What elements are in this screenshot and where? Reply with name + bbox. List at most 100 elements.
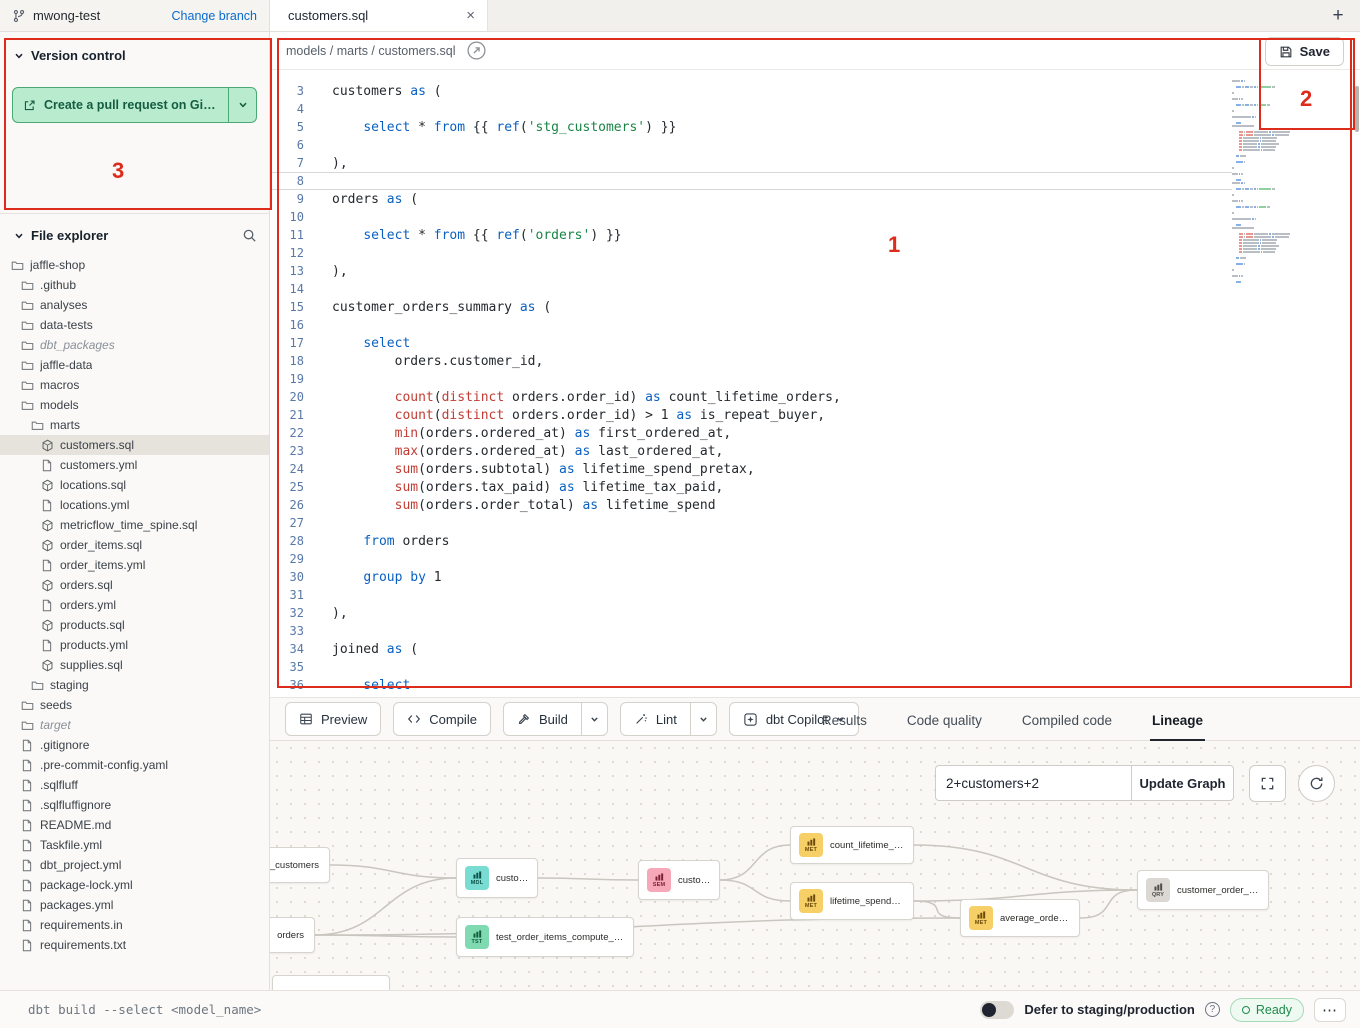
- editor-scrollbar[interactable]: [1355, 86, 1359, 132]
- lineage-selector-input[interactable]: [935, 765, 1131, 801]
- tree-item-jaffle-shop[interactable]: jaffle-shop: [0, 255, 269, 275]
- code-line[interactable]: 31: [270, 586, 1360, 604]
- tree-item-customers-sql[interactable]: customers.sql: [0, 435, 269, 455]
- more-options-button[interactable]: ⋯: [1314, 998, 1346, 1022]
- create-pr-button[interactable]: Create a pull request on Git…: [13, 88, 228, 122]
- tree-item-target[interactable]: target: [0, 715, 269, 735]
- new-tab-button[interactable]: +: [1316, 0, 1360, 31]
- tree-item--github[interactable]: .github: [0, 275, 269, 295]
- close-icon[interactable]: ×: [466, 8, 475, 23]
- defer-toggle[interactable]: [980, 1001, 1014, 1019]
- code-line[interactable]: 16: [270, 316, 1360, 334]
- lineage-node-count-lifetime-orders[interactable]: METcount_lifetime_orders: [790, 826, 914, 864]
- code-line[interactable]: 21 count(distinct orders.order_id) > 1 a…: [270, 406, 1360, 424]
- code-line[interactable]: 20 count(distinct orders.order_id) as co…: [270, 388, 1360, 406]
- code-line[interactable]: 15customer_orders_summary as (: [270, 298, 1360, 316]
- lineage-node-lifetime-spend-pretax[interactable]: METlifetime_spend_pretax: [790, 882, 914, 920]
- tree-item-data-tests[interactable]: data-tests: [0, 315, 269, 335]
- code-line[interactable]: 25 sum(orders.tax_paid) as lifetime_tax_…: [270, 478, 1360, 496]
- lineage-node[interactable]: [272, 975, 390, 990]
- tab-lineage[interactable]: Lineage: [1150, 702, 1205, 741]
- code-line[interactable]: 10: [270, 208, 1360, 226]
- lint-dropdown-button[interactable]: [690, 703, 716, 735]
- code-line[interactable]: 12: [270, 244, 1360, 262]
- tree-item-packages-yml[interactable]: packages.yml: [0, 895, 269, 915]
- tree-item-orders-yml[interactable]: orders.yml: [0, 595, 269, 615]
- code-line[interactable]: 32),: [270, 604, 1360, 622]
- code-line[interactable]: 26 sum(orders.order_total) as lifetime_s…: [270, 496, 1360, 514]
- tree-item-analyses[interactable]: analyses: [0, 295, 269, 315]
- tree-item-requirements-in[interactable]: requirements.in: [0, 915, 269, 935]
- tree-item-customers-yml[interactable]: customers.yml: [0, 455, 269, 475]
- tree-item-supplies-sql[interactable]: supplies.sql: [0, 655, 269, 675]
- help-icon[interactable]: ?: [1205, 1002, 1220, 1017]
- tab-results[interactable]: Results: [820, 702, 869, 741]
- branch-selector[interactable]: mwong-test Change branch: [0, 0, 270, 31]
- lineage-node-customers[interactable]: MDLcustomers: [456, 858, 538, 898]
- chevron-down-icon[interactable]: [14, 51, 24, 61]
- chevron-down-icon[interactable]: [14, 231, 24, 241]
- code-line[interactable]: 4: [270, 100, 1360, 118]
- tree-item-jaffle-data[interactable]: jaffle-data: [0, 355, 269, 375]
- code-line[interactable]: 8: [270, 172, 1232, 190]
- code-line[interactable]: 9orders as (: [270, 190, 1360, 208]
- search-icon[interactable]: [242, 228, 257, 243]
- tree-item-macros[interactable]: macros: [0, 375, 269, 395]
- tree-item-package-lock-yml[interactable]: package-lock.yml: [0, 875, 269, 895]
- tree-item--pre-commit-config-yaml[interactable]: .pre-commit-config.yaml: [0, 755, 269, 775]
- code-editor[interactable]: 3customers as (45 select * from {{ ref('…: [270, 70, 1360, 697]
- tree-item-staging[interactable]: staging: [0, 675, 269, 695]
- lineage-node-customer-order-metrics[interactable]: QRYcustomer_order_metrics: [1137, 870, 1269, 910]
- tree-item-requirements-txt[interactable]: requirements.txt: [0, 935, 269, 955]
- tree-item-metricflow-time-spine-sql[interactable]: metricflow_time_spine.sql: [0, 515, 269, 535]
- lineage-node-stg-customers[interactable]: stg_customers: [270, 847, 330, 883]
- code-line[interactable]: 36 select: [270, 676, 1360, 694]
- code-line[interactable]: 27: [270, 514, 1360, 532]
- tab-code-quality[interactable]: Code quality: [905, 702, 984, 741]
- code-line[interactable]: 29: [270, 550, 1360, 568]
- change-branch-link[interactable]: Change branch: [172, 9, 257, 23]
- lint-button[interactable]: Lint: [621, 703, 690, 735]
- tree-item-seeds[interactable]: seeds: [0, 695, 269, 715]
- code-line[interactable]: 34joined as (: [270, 640, 1360, 658]
- tree-item-locations-sql[interactable]: locations.sql: [0, 475, 269, 495]
- code-line[interactable]: 23 max(orders.ordered_at) as last_ordere…: [270, 442, 1360, 460]
- tree-item-products-yml[interactable]: products.yml: [0, 635, 269, 655]
- tree-item--gitignore[interactable]: .gitignore: [0, 735, 269, 755]
- tab-compiled-code[interactable]: Compiled code: [1020, 702, 1114, 741]
- code-line[interactable]: 3customers as (: [270, 82, 1360, 100]
- tree-item-models[interactable]: models: [0, 395, 269, 415]
- code-line[interactable]: 17 select: [270, 334, 1360, 352]
- code-line[interactable]: 13),: [270, 262, 1360, 280]
- tree-item-readme-md[interactable]: README.md: [0, 815, 269, 835]
- code-line[interactable]: 6: [270, 136, 1360, 154]
- tree-item--sqlfluff[interactable]: .sqlfluff: [0, 775, 269, 795]
- tree-item--sqlfluffignore[interactable]: .sqlfluffignore: [0, 795, 269, 815]
- code-line[interactable]: 19: [270, 370, 1360, 388]
- code-line[interactable]: 28 from orders: [270, 532, 1360, 550]
- tree-item-dbt-project-yml[interactable]: dbt_project.yml: [0, 855, 269, 875]
- tree-item-dbt-packages[interactable]: dbt_packages: [0, 335, 269, 355]
- code-line[interactable]: 24 sum(orders.subtotal) as lifetime_spen…: [270, 460, 1360, 478]
- lineage-node-customers[interactable]: SEMcustomers: [638, 860, 720, 900]
- tree-item-locations-yml[interactable]: locations.yml: [0, 495, 269, 515]
- save-button[interactable]: Save: [1265, 37, 1344, 66]
- lineage-node-test-order-items-compute-to-bools-[interactable]: TSTtest_order_items_compute_to_bools…: [456, 917, 634, 957]
- tree-item-order-items-sql[interactable]: order_items.sql: [0, 535, 269, 555]
- build-button[interactable]: Build: [504, 703, 581, 735]
- code-line[interactable]: 14: [270, 280, 1360, 298]
- lineage-node-average-order-value[interactable]: METaverage_order_value: [960, 899, 1080, 937]
- build-dropdown-button[interactable]: [581, 703, 607, 735]
- tree-item-products-sql[interactable]: products.sql: [0, 615, 269, 635]
- tree-item-marts[interactable]: marts: [0, 415, 269, 435]
- code-line[interactable]: 22 min(orders.ordered_at) as first_order…: [270, 424, 1360, 442]
- editor-tab[interactable]: customers.sql ×: [270, 0, 488, 31]
- pr-dropdown-button[interactable]: [228, 88, 256, 122]
- code-line[interactable]: 11 select * from {{ ref('orders') }}: [270, 226, 1360, 244]
- compile-button[interactable]: Compile: [393, 702, 491, 736]
- code-line[interactable]: 35: [270, 658, 1360, 676]
- fullscreen-button[interactable]: [1249, 765, 1286, 802]
- tree-item-order-items-yml[interactable]: order_items.yml: [0, 555, 269, 575]
- code-line[interactable]: 7),: [270, 154, 1360, 172]
- tree-item-orders-sql[interactable]: orders.sql: [0, 575, 269, 595]
